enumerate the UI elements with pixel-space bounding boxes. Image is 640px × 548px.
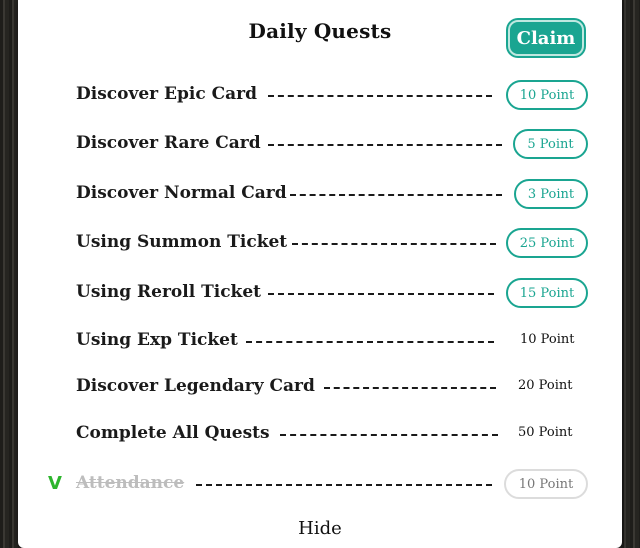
quest-row: Using Reroll Ticket 15 Point [18, 274, 622, 314]
quest-row: Discover Rare Card 5 Point [18, 125, 622, 165]
point-claim-button[interactable]: 10 Point [506, 80, 588, 110]
quest-name: Attendance [76, 473, 185, 493]
quest-row: Using Summon Ticket 25 Point [18, 224, 622, 264]
quest-row: Complete All Quests 50 Point [18, 415, 622, 455]
quest-row: Using Exp Ticket 10 Point [18, 322, 622, 362]
hide-button[interactable]: Hide [18, 518, 622, 539]
point-value: 10 Point [520, 332, 575, 347]
quest-name: Using Exp Ticket [76, 330, 238, 350]
dash-leader [268, 293, 494, 295]
point-value: 50 Point [518, 425, 573, 440]
check-icon: V [48, 473, 62, 494]
quest-name: Using Reroll Ticket [76, 282, 261, 302]
point-claim-button[interactable]: 25 Point [506, 228, 588, 258]
dash-leader [280, 434, 498, 436]
dash-leader [290, 194, 502, 196]
claim-button[interactable]: Claim [508, 20, 584, 56]
dash-leader [292, 243, 496, 245]
point-claimed-badge: 10 Point [504, 469, 588, 499]
quest-name: Discover Epic Card [76, 84, 257, 104]
quest-row: Discover Legendary Card 20 Point [18, 368, 622, 408]
dash-leader [268, 95, 492, 97]
point-claim-button[interactable]: 15 Point [506, 278, 588, 308]
quest-name: Using Summon Ticket [76, 232, 288, 252]
quest-name: Discover Normal Card [76, 183, 287, 203]
daily-quests-panel: Daily Quests Claim Discover Epic Card 10… [18, 0, 622, 548]
dash-leader [268, 144, 502, 146]
dash-leader [246, 341, 494, 343]
dash-leader [324, 387, 496, 389]
point-value: 20 Point [518, 378, 573, 393]
dash-leader [196, 484, 492, 486]
quest-name: Discover Legendary Card [76, 376, 315, 396]
point-claim-button[interactable]: 3 Point [514, 179, 588, 209]
point-claim-button[interactable]: 5 Point [513, 129, 588, 159]
quest-row: Discover Epic Card 10 Point [18, 76, 622, 116]
quest-row: Discover Normal Card 3 Point [18, 175, 622, 215]
quest-row: V Attendance 10 Point [18, 465, 622, 505]
quest-name: Complete All Quests [76, 423, 270, 443]
quest-name: Discover Rare Card [76, 133, 261, 153]
